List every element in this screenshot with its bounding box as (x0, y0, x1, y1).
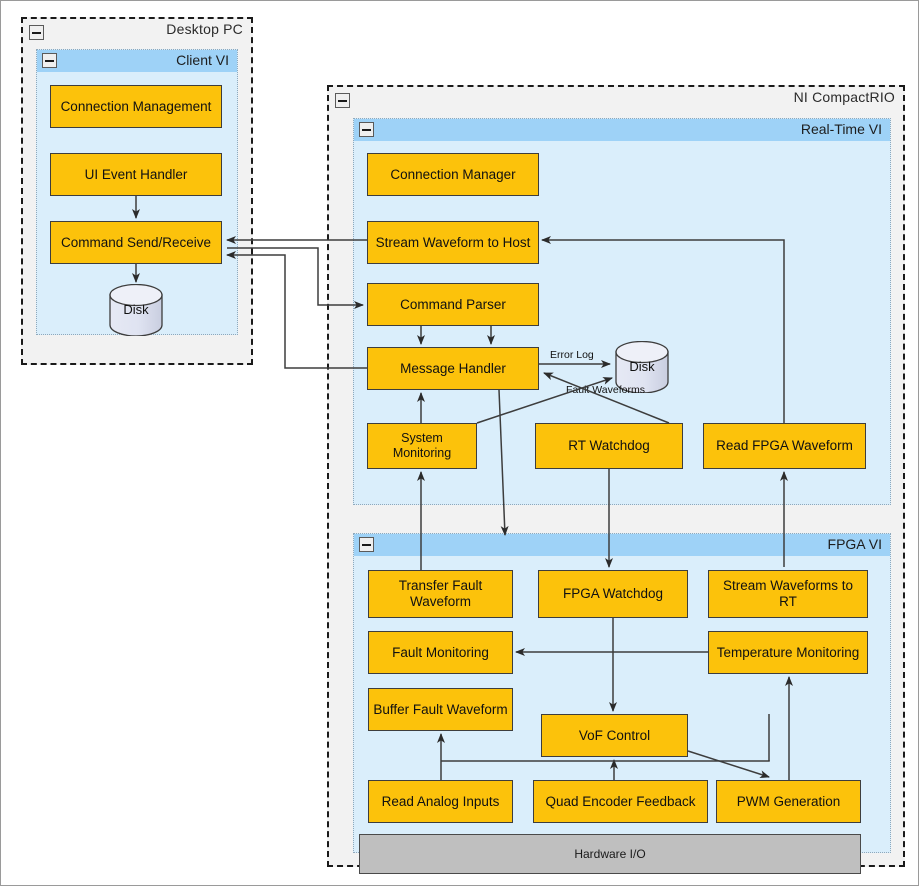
edge-label-error-log: Error Log (550, 349, 594, 361)
minus-icon[interactable] (359, 537, 374, 552)
edge-label-fault-waveforms: Fault Waveforms (566, 384, 645, 396)
vi-title-fpga: FPGA VI (827, 536, 882, 552)
node-read-fpga-waveform[interactable]: Read FPGA Waveform (703, 423, 866, 469)
node-stream-waveform-to-host[interactable]: Stream Waveform to Host (367, 221, 539, 264)
node-quad-encoder-feedback[interactable]: Quad Encoder Feedback (533, 780, 708, 823)
node-buffer-fault-waveform[interactable]: Buffer Fault Waveform (368, 688, 513, 731)
package-title-ni-compactrio: NI CompactRIO (793, 89, 895, 105)
node-fpga-watchdog[interactable]: FPGA Watchdog (538, 570, 688, 618)
vi-title-realtime: Real-Time VI (800, 121, 882, 137)
node-pwm-generation[interactable]: PWM Generation (716, 780, 861, 823)
minus-icon[interactable] (335, 93, 350, 108)
node-message-handler[interactable]: Message Handler (367, 347, 539, 390)
vi-header-client: Client VI (37, 50, 237, 72)
node-command-send-receive[interactable]: Command Send/Receive (50, 221, 222, 264)
minus-icon[interactable] (359, 122, 374, 137)
node-system-monitoring[interactable]: System Monitoring (367, 423, 477, 469)
vi-title-client: Client VI (176, 52, 229, 68)
node-command-parser[interactable]: Command Parser (367, 283, 539, 326)
node-hardware-io[interactable]: Hardware I/O (359, 834, 861, 874)
node-connection-management[interactable]: Connection Management (50, 85, 222, 128)
disk-client: Disk (107, 283, 165, 337)
node-vof-control[interactable]: VoF Control (541, 714, 688, 757)
node-fault-monitoring[interactable]: Fault Monitoring (368, 631, 513, 674)
diagram-canvas: Desktop PC Client VI Connection Manageme… (0, 0, 919, 886)
node-temperature-monitoring[interactable]: Temperature Monitoring (708, 631, 868, 674)
node-read-analog-inputs[interactable]: Read Analog Inputs (368, 780, 513, 823)
vi-header-realtime: Real-Time VI (354, 119, 890, 141)
node-rt-watchdog[interactable]: RT Watchdog (535, 423, 683, 469)
node-ui-event-handler[interactable]: UI Event Handler (50, 153, 222, 196)
minus-icon[interactable] (42, 53, 57, 68)
vi-header-fpga: FPGA VI (354, 534, 890, 556)
node-connection-manager[interactable]: Connection Manager (367, 153, 539, 196)
package-title-desktop-pc: Desktop PC (166, 21, 243, 37)
node-transfer-fault-waveform[interactable]: Transfer Fault Waveform (368, 570, 513, 618)
node-stream-waveforms-to-rt[interactable]: Stream Waveforms to RT (708, 570, 868, 618)
minus-icon[interactable] (29, 25, 44, 40)
